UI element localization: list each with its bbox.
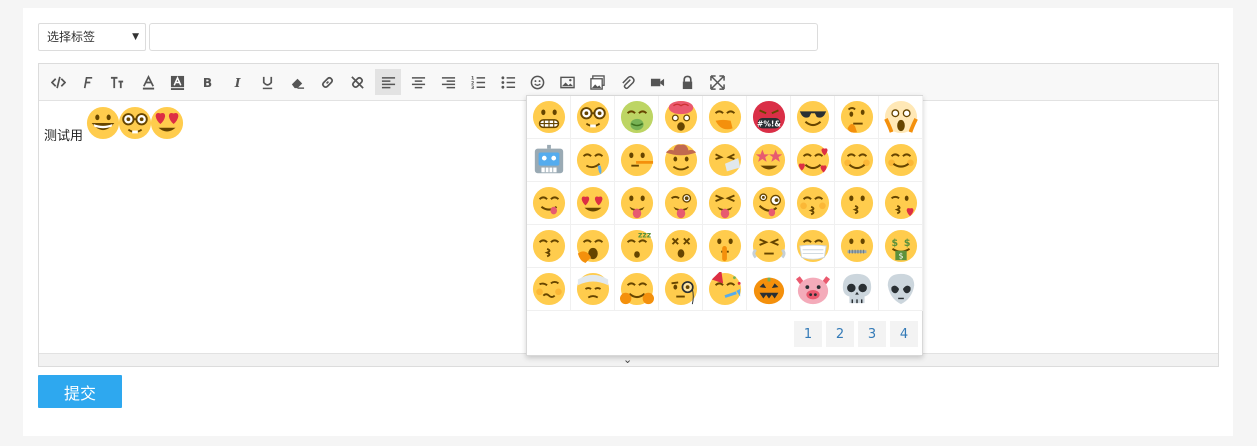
zipper-mouth-emoji-icon[interactable] [835,225,879,268]
robot-emoji-icon[interactable] [527,139,571,182]
squinting-tongue-emoji-icon[interactable] [703,182,747,225]
grinning-face-icon [86,106,120,140]
eraser-icon[interactable] [284,69,310,95]
money-mouth-emoji-icon[interactable]: $ $ $ [879,225,923,268]
video-icon[interactable] [644,69,670,95]
align-right-icon[interactable] [435,69,461,95]
gallery-icon[interactable] [584,69,610,95]
skull-emoji-icon[interactable] [835,268,879,311]
pig-emoji-icon[interactable] [791,268,835,311]
code-icon[interactable] [45,69,71,95]
attachment-icon[interactable] [614,69,640,95]
sneezing-emoji-icon[interactable] [703,139,747,182]
sunglasses-emoji-icon[interactable] [791,96,835,139]
hugging-emoji-icon[interactable] [615,268,659,311]
svg-text:zzz: zzz [637,231,651,240]
winking-tongue-emoji-icon[interactable] [659,182,703,225]
jack-o-lantern-emoji-icon[interactable] [747,268,791,311]
unordered-list-icon[interactable] [495,69,521,95]
svg-text:#%!&: #%!& [757,119,781,128]
italic-icon[interactable]: I [224,69,250,95]
font-size-icon[interactable] [104,69,130,95]
submit-button[interactable]: 提交 [38,375,122,408]
monocle-emoji-icon[interactable] [659,268,703,311]
tongue-out-emoji-icon[interactable] [615,182,659,225]
smiling-emoji-icon[interactable] [879,139,923,182]
dizzy-emoji-icon[interactable] [659,225,703,268]
emoji-icon[interactable] [524,69,550,95]
align-left-icon[interactable] [375,69,401,95]
image-icon[interactable] [554,69,580,95]
font-family-icon[interactable] [74,69,100,95]
cowboy-emoji-icon[interactable] [659,139,703,182]
align-center-icon[interactable] [405,69,431,95]
bold-icon[interactable]: B [194,69,220,95]
screaming-emoji-icon[interactable] [879,96,923,139]
hand-over-mouth-emoji-icon[interactable] [703,96,747,139]
tag-select[interactable]: 选择标签 ▼ [38,23,146,51]
lying-emoji-icon[interactable] [615,139,659,182]
tag-select-value: 选择标签 [47,30,96,44]
nerd-emoji-icon[interactable] [571,96,615,139]
underline-icon[interactable] [254,69,280,95]
drooling-emoji-icon[interactable] [571,139,615,182]
svg-text:B: B [202,76,211,90]
title-input[interactable] [149,23,818,51]
cursing-emoji-icon[interactable]: #%!& [747,96,791,139]
smiling-blush-emoji-icon[interactable] [835,139,879,182]
heart-eyes-face-icon [150,106,184,140]
unlink-icon[interactable] [344,69,370,95]
heart-eyes-emoji-icon[interactable] [571,182,615,225]
bandaged-head-emoji-icon[interactable] [571,268,615,311]
woozy-emoji-icon[interactable] [527,268,571,311]
editor-text: 测试用 [44,129,84,144]
nauseated-emoji-icon[interactable] [615,96,659,139]
ordered-list-icon[interactable]: 123 [465,69,491,95]
shushing-emoji-icon[interactable] [703,225,747,268]
fullscreen-icon[interactable] [704,69,730,95]
emoji-page-1-button[interactable]: 1 [794,321,822,347]
mask-emoji-icon[interactable] [791,225,835,268]
font-color-icon[interactable] [135,69,161,95]
emoji-page-2-button[interactable]: 2 [826,321,854,347]
emoji-page-3-button[interactable]: 3 [858,321,886,347]
svg-text:3: 3 [471,85,474,90]
nerd-face-icon [118,106,152,140]
svg-text:I: I [233,76,240,90]
chevron-down-icon: ▼ [132,32,139,42]
emoji-page-4-button[interactable]: 4 [890,321,918,347]
background-color-icon[interactable] [164,69,190,95]
svg-text:$: $ [903,238,910,249]
kissing-emoji-icon[interactable] [835,182,879,225]
grimacing-emoji-icon[interactable] [527,96,571,139]
alien-emoji-icon[interactable] [879,268,923,311]
sleeping-emoji-icon[interactable]: zzz [615,225,659,268]
emoji-picker-popup: #%!& zzz $ $ $ 1234 [526,95,923,356]
thinking-emoji-icon[interactable] [835,96,879,139]
steam-nose-emoji-icon[interactable] [747,225,791,268]
yawning-emoji-icon[interactable] [571,225,615,268]
svg-text:$: $ [891,238,898,249]
star-struck-emoji-icon[interactable] [747,139,791,182]
exploding-head-emoji-icon[interactable] [659,96,703,139]
partying-emoji-icon[interactable] [703,268,747,311]
emoji-pager: 1234 [794,321,918,347]
emoji-grid: #%!& zzz $ $ $ [527,96,923,312]
kissing-closed-eyes-emoji-icon[interactable] [791,182,835,225]
kissing-smiling-eyes-emoji-icon[interactable] [527,225,571,268]
yum-emoji-icon[interactable] [527,182,571,225]
svg-text:$: $ [898,251,903,260]
blowing-kiss-emoji-icon[interactable] [879,182,923,225]
smiling-hearts-emoji-icon[interactable] [791,139,835,182]
lock-icon[interactable] [674,69,700,95]
link-icon[interactable] [314,69,340,95]
zany-emoji-icon[interactable] [747,182,791,225]
